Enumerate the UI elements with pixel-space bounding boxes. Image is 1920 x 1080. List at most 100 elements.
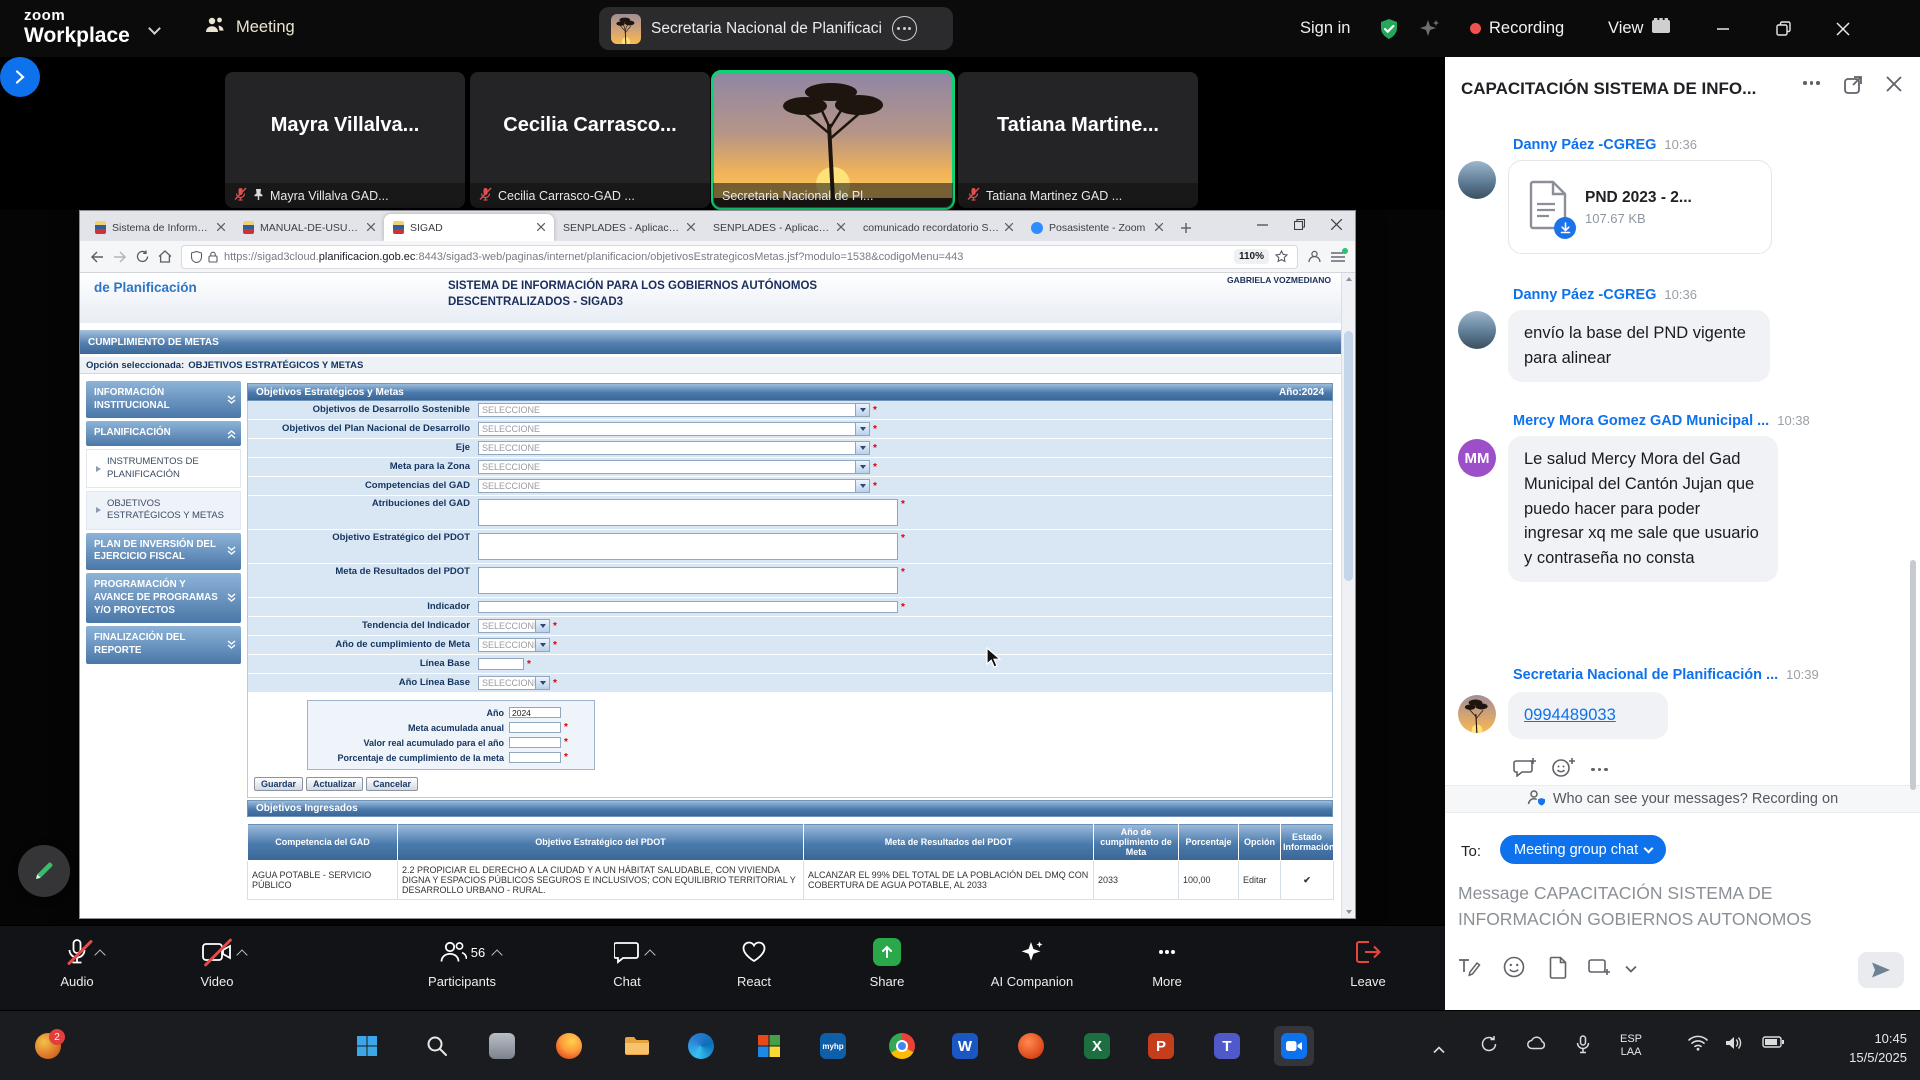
browser-close-icon[interactable] [1318,217,1355,235]
chat-scrollbar-thumb[interactable] [1910,560,1916,790]
teams-icon[interactable]: T [1207,1026,1247,1066]
more-button[interactable]: More [1122,937,1212,989]
account-icon[interactable] [1307,249,1322,264]
browser-tab-active[interactable]: SIGAD [384,214,554,241]
lock-icon[interactable] [208,251,218,263]
input-porcentaje-cumplimiento[interactable] [509,752,561,763]
reload-icon[interactable] [136,250,149,263]
sidebar-item-programacion-avance[interactable]: PROGRAMACIÓN Y AVANCE DE PROGRAMAS Y/O P… [86,573,241,623]
select-objetivos-desarrollo-sostenible[interactable]: SELECCIONE [478,403,856,417]
dropdown-button[interactable] [856,460,870,474]
input-linea-base[interactable] [478,658,524,670]
browser-tab[interactable]: SENPLADES - Aplicación de Admini... [704,214,854,241]
page-scrollbar[interactable] [1341,273,1355,918]
sign-in-button[interactable]: Sign in [1300,0,1350,57]
select-meta-zona[interactable]: SELECCIONE [478,460,856,474]
dropdown-button[interactable] [536,638,550,652]
add-reaction-icon[interactable] [1552,757,1576,782]
view-button[interactable]: View [1608,0,1671,57]
phone-link[interactable]: 0994489033 [1524,706,1616,724]
browser-tab[interactable]: comunicado recordatorio SIGAD 20... [854,214,1022,241]
menu-icon[interactable] [1331,251,1345,263]
react-button[interactable]: React [709,937,799,989]
select-anio-cumplimiento[interactable]: SELECCIONE [478,638,536,652]
audio-options-chevron-icon[interactable] [94,949,105,960]
message-input-placeholder[interactable]: INFORMACIÓN GOBIERNOS AUTONOMOS [1458,909,1812,930]
clock[interactable]: 10:45 15/5/2025 [1815,1030,1907,1068]
file-attachment-card[interactable]: PND 2023 - 2... 107.67 KB [1508,160,1772,254]
select-competencias-gad[interactable]: SELECCIONE [478,479,856,493]
search-icon[interactable] [417,1026,457,1066]
new-tab-button[interactable] [1172,214,1202,241]
sender-name[interactable]: Secretaria Nacional de Planificación ... [1513,667,1778,683]
scroll-up-icon[interactable] [1346,277,1352,281]
dropdown-button[interactable] [536,619,550,633]
next-participants-button[interactable] [0,57,40,97]
browser-tab[interactable]: Posasistente - Zoom [1022,214,1172,241]
wifi-icon[interactable] [1688,1035,1708,1056]
close-button[interactable] [1820,0,1866,57]
tray-cloud-icon[interactable] [1527,1035,1547,1056]
textarea-objetivo-estrategico-pdot[interactable] [478,533,898,560]
page-zoom-level[interactable]: 110% [1234,249,1269,264]
sidebar-item-planificacion[interactable]: PLANIFICACIÓN [86,421,241,446]
bookmark-star-icon[interactable] [1275,250,1288,263]
format-text-icon[interactable] [1457,956,1481,983]
tracking-shield-icon[interactable] [191,251,202,263]
tray-sync-icon[interactable] [1480,1035,1498,1058]
message-more-icon[interactable] [1591,768,1608,772]
participants-button[interactable]: 56 Participants [400,937,524,989]
recipient-selector[interactable]: Meeting group chat [1500,835,1666,864]
meeting-title-pill[interactable]: Secretaria Nacional de Planificaci [599,7,953,50]
tray-chevron-up-icon[interactable] [1433,1041,1445,1059]
textarea-meta-resultados-pdot[interactable] [478,567,898,594]
sidebar-item-plan-inversion[interactable]: PLAN DE INVERSIÓN DEL EJERCICIO FISCAL [86,533,241,570]
participant-tile[interactable]: Cecilia Carrasco... Cecilia Carrasco-GAD… [470,72,710,208]
home-icon[interactable] [158,250,172,263]
guardar-button[interactable]: Guardar [254,777,303,791]
sender-name[interactable]: Danny Páez -CGREG [1513,287,1656,303]
security-shield-icon[interactable] [1377,0,1401,57]
chrome-icon[interactable] [882,1026,922,1066]
close-tab-icon[interactable] [1155,222,1163,234]
sender-name[interactable]: Mercy Mora Gomez GAD Municipal ... [1513,413,1769,429]
video-options-chevron-icon[interactable] [236,949,247,960]
edge-icon[interactable] [681,1026,721,1066]
participants-options-chevron-icon[interactable] [492,949,503,960]
select-objetivos-pnd[interactable]: SELECCIONE [478,422,856,436]
volume-icon[interactable] [1725,1035,1744,1056]
sidebar-item-instrumentos[interactable]: INSTRUMENTOS DE PLANIFICACIÓN [86,449,241,488]
annotation-pencil-button[interactable] [18,845,70,897]
select-eje[interactable]: SELECCIONE [478,441,856,455]
dropdown-button[interactable] [536,676,550,690]
recording-indicator[interactable]: Recording [1470,0,1564,57]
browser-tab[interactable]: SENPLADES - Aplicación de Admini... [554,214,704,241]
input-anio[interactable]: 2024 [509,707,561,718]
close-tab-icon[interactable] [837,222,845,234]
taskbar-app-with-badge[interactable]: 2 [28,1026,68,1066]
send-button[interactable] [1858,952,1904,988]
ai-companion-button[interactable]: AI Companion [977,937,1087,989]
sidebar-item-informacion-institucional[interactable]: INFORMACIÓN INSTITUCIONAL [86,381,241,418]
share-button[interactable]: Share [842,937,932,989]
chat-button[interactable]: Chat [582,937,672,989]
browser-tab[interactable]: MANUAL-DE-USUARIO-SIGAD_... [234,214,384,241]
myhp-icon[interactable]: myhp [813,1026,853,1066]
start-button[interactable] [347,1026,387,1066]
excel-icon[interactable]: X [1077,1026,1117,1066]
ai-sparkle-icon[interactable] [1418,0,1442,57]
dropdown-button[interactable] [856,479,870,493]
powerpoint-icon[interactable]: P [1141,1026,1181,1066]
tray-mic-icon[interactable] [1576,1035,1590,1059]
file-explorer-icon[interactable] [617,1026,657,1066]
participant-tile[interactable]: Mayra Villalva... Mayra Villalva GAD... [225,72,465,208]
close-tab-icon[interactable] [367,222,375,234]
more-options-icon[interactable] [892,16,917,41]
language-indicator[interactable]: ESPLAA [1620,1033,1642,1059]
forward-icon[interactable] [113,251,127,263]
dropdown-button[interactable] [856,441,870,455]
download-icon[interactable] [1554,217,1576,239]
dropdown-button[interactable] [856,422,870,436]
pop-out-icon[interactable] [1843,75,1863,100]
video-button[interactable]: Video [172,937,262,989]
